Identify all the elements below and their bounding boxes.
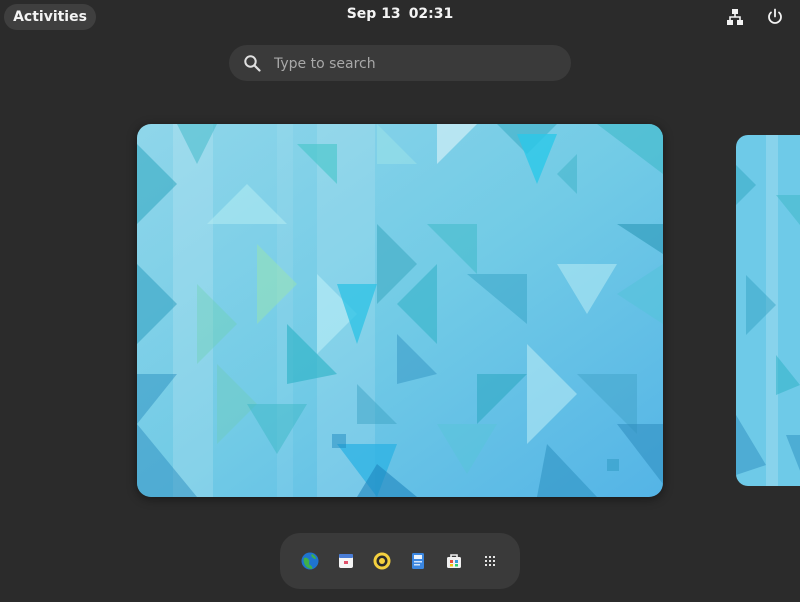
browser-globe-icon[interactable]: [300, 551, 320, 571]
wallpaper-image: [736, 135, 800, 486]
music-player-icon[interactable]: [372, 551, 392, 571]
top-bar: Activities Sep 13 02:31: [0, 0, 800, 33]
search-icon: [244, 55, 261, 72]
power-icon[interactable]: [766, 8, 784, 26]
clock-time[interactable]: 02:31: [409, 6, 454, 22]
clock: Sep 13 02:31: [0, 6, 800, 22]
workspace-thumbnail-current[interactable]: [137, 124, 663, 497]
search-input[interactable]: [272, 45, 556, 83]
workspace-thumbnail-next[interactable]: [736, 135, 800, 486]
calendar-icon[interactable]: [336, 551, 356, 571]
activities-button[interactable]: Activities: [4, 4, 96, 30]
software-store-icon[interactable]: [444, 551, 464, 571]
clock-date[interactable]: Sep 13: [347, 6, 401, 22]
show-apps-grid-icon[interactable]: [480, 551, 500, 571]
document-editor-icon[interactable]: [408, 551, 428, 571]
network-icon[interactable]: [726, 8, 744, 26]
search-bar[interactable]: [229, 45, 571, 83]
dash: [280, 533, 520, 589]
wallpaper-image: [137, 124, 663, 497]
